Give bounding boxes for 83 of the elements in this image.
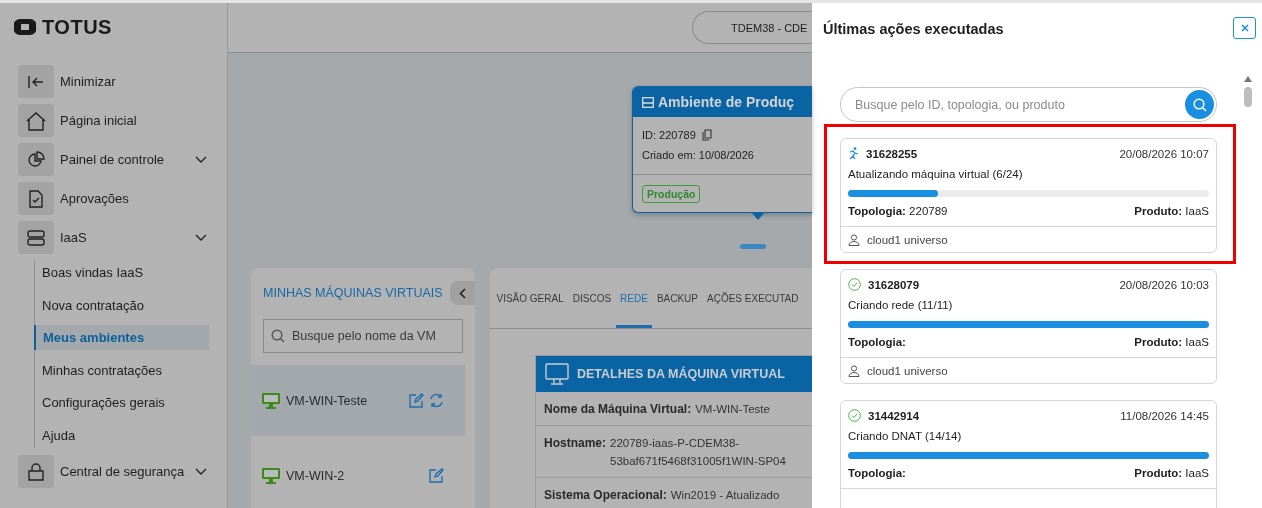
- environment-tag: Produção: [642, 184, 701, 203]
- topology-node-card[interactable]: Ambiente de Produç ID: 220789 Criado em: 10/08/2026 Produção: [632, 86, 812, 213]
- topology-info: Topologia:: [848, 336, 906, 348]
- pie-chart-icon: [27, 150, 45, 169]
- field-value: 220789-iaas-P-CDEM38- 53baf671f5468f31005f1WIN-SP04: [610, 436, 787, 469]
- vm-list-item[interactable]: VM-WIN-Teste: [251, 365, 465, 436]
- node-id: ID: 220789: [642, 129, 696, 141]
- tab[interactable]: BACKUP: [652, 268, 703, 328]
- nav-item[interactable]: Página inicial: [18, 104, 209, 137]
- server-icon: [642, 96, 654, 108]
- field-label: Hostname:: [544, 435, 606, 452]
- drawer-title: Últimas ações executadas: [823, 21, 1004, 37]
- document-check-icon: [29, 189, 43, 208]
- field-value: Win2019 - Atualizado: [670, 488, 781, 503]
- action-description: Atualizando máquina virtual (6/24): [847, 167, 1024, 180]
- tab[interactable]: DISCOS: [568, 268, 616, 328]
- action-id: 31628255: [866, 147, 919, 160]
- nav-item[interactable]: Minimizar: [18, 65, 209, 98]
- submenu-item[interactable]: Boas vindas IaaS: [35, 260, 209, 285]
- home-icon: [25, 110, 47, 131]
- submenu-item[interactable]: Ajuda: [35, 422, 209, 448]
- action-card[interactable]: 31628079 20/08/2026 10:03 Criando rede (11/11) Topologia: Produto: IaaS cloud1 universo: [840, 269, 1217, 384]
- collapse-icon: [27, 74, 45, 89]
- user-icon: [848, 364, 860, 377]
- vm-name: VM-WIN-Teste: [286, 393, 369, 408]
- search-icon: [271, 329, 285, 343]
- topology-info: Topologia:: [848, 467, 906, 479]
- product-info: Produto: IaaS: [1134, 467, 1209, 479]
- product-info: Produto: IaaS: [1134, 336, 1209, 348]
- nav-item[interactable]: IaaS: [18, 221, 209, 254]
- field-value: VM-WIN-Teste: [695, 402, 771, 417]
- action-description: Criando rede (11/11): [847, 298, 954, 311]
- submenu-item[interactable]: Configurações gerais: [35, 390, 209, 415]
- tab[interactable]: VISÃO GERAL: [492, 268, 569, 328]
- vm-list-item[interactable]: VM-WIN-2: [251, 440, 465, 508]
- action-search-field[interactable]: Busque pelo ID, topologia, ou produto: [840, 87, 1217, 122]
- search-icon: [1192, 97, 1207, 112]
- scrollbar-thumb[interactable]: [1244, 87, 1252, 107]
- collapse-button[interactable]: [450, 281, 475, 305]
- vm-name: VM-WIN-2: [286, 468, 346, 483]
- copy-icon[interactable]: [701, 129, 712, 141]
- action-id: 31442914: [868, 409, 921, 422]
- nav-item[interactable]: Aprovações: [18, 182, 209, 215]
- refresh-icon[interactable]: [429, 393, 444, 408]
- monitor-icon: [262, 467, 280, 484]
- server-icon: [27, 229, 45, 246]
- edit-icon[interactable]: [429, 468, 444, 483]
- scroll-up-icon[interactable]: [1244, 76, 1252, 82]
- nav-item[interactable]: Central de segurança: [18, 455, 209, 488]
- action-datetime: 20/08/2026 10:07: [1119, 147, 1209, 160]
- panel-title: MINHAS MÁQUINAS VIRTUAIS: [263, 286, 443, 300]
- details-title: DETALHES DA MÁQUINA VIRTUAL: [577, 367, 785, 381]
- logo-icon: [14, 18, 36, 36]
- submenu-item[interactable]: Nova contratação: [35, 292, 209, 318]
- action-card[interactable]: 31628255 20/08/2026 10:07 Atualizando máquina virtual (6/24) Topologia: 220789 Produto: IaaS cloud1 universo: [840, 138, 1217, 253]
- action-id: 31628079: [868, 278, 921, 291]
- action-description: Criando DNAT (14/14): [847, 429, 963, 442]
- lock-icon: [28, 462, 44, 481]
- submenu-item[interactable]: Minhas contratações: [35, 357, 209, 383]
- node-pointer-icon: [751, 212, 765, 220]
- topology-info: Topologia: 220789: [848, 205, 948, 217]
- field-label: Sistema Operacional:: [544, 487, 667, 504]
- close-icon: [1240, 24, 1249, 32]
- carousel-indicator[interactable]: [740, 244, 766, 249]
- nav-item[interactable]: Painel de controle: [18, 143, 209, 176]
- action-user: cloud1 universo: [867, 364, 948, 377]
- action-card[interactable]: 31442914 11/08/2026 14:45 Criando DNAT (14/14) Topologia: Produto: IaaS: [840, 400, 1217, 508]
- edit-icon[interactable]: [409, 393, 424, 408]
- close-button[interactable]: [1233, 17, 1256, 39]
- node-title: Ambiente de Produç: [658, 94, 795, 110]
- product-info: Produto: IaaS: [1134, 205, 1209, 217]
- node-created-date: Criado em: 10/08/2026: [642, 149, 754, 161]
- user-icon: [848, 233, 860, 246]
- monitor-icon: [262, 392, 280, 409]
- action-datetime: 20/08/2026 10:03: [1119, 278, 1209, 291]
- tab[interactable]: AÇÕES EXECUTAD: [702, 268, 803, 328]
- logo-text: TOTUS: [42, 15, 112, 39]
- vm-search-field[interactable]: Busque pelo nome da VM: [263, 319, 463, 353]
- action-user: cloud1 universo: [867, 233, 948, 246]
- field-label: Nome da Máquina Virtual:: [544, 401, 692, 418]
- monitor-icon: [545, 363, 569, 385]
- action-datetime: 11/08/2026 14:45: [1120, 409, 1209, 422]
- chevron-left-icon: [459, 287, 466, 299]
